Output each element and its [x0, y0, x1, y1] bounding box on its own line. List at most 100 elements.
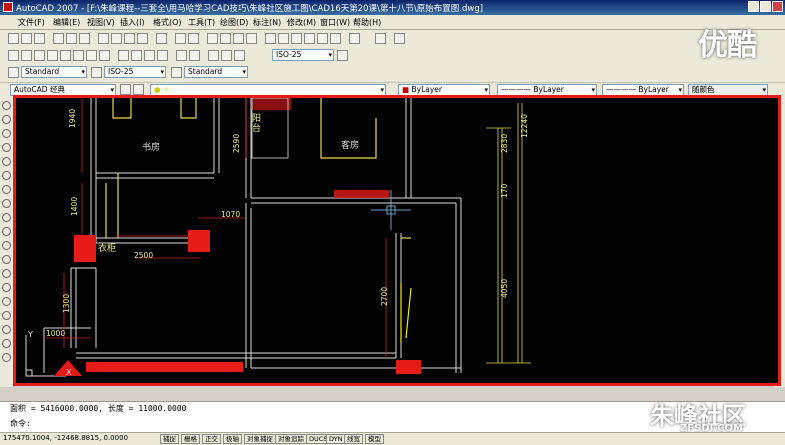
grid-toggle[interactable]: 栅格	[181, 434, 200, 444]
publish-icon[interactable]	[79, 33, 90, 44]
baseline-icon[interactable]	[131, 50, 142, 61]
help-question-icon[interactable]	[394, 33, 405, 44]
workspace-settings-icon[interactable]	[120, 84, 131, 95]
table-style-combo[interactable]: Standard ▾	[184, 66, 248, 78]
text-style-combo[interactable]: Standard ▾	[21, 66, 87, 78]
open-icon[interactable]	[21, 33, 32, 44]
menu-insert[interactable]: 插入(I)	[120, 17, 145, 28]
dim-style-manager-icon[interactable]	[337, 50, 348, 61]
zoom-realtime-icon[interactable]	[220, 33, 231, 44]
jogged-icon[interactable]	[73, 50, 84, 61]
block-editor-icon[interactable]	[156, 33, 167, 44]
menu-view[interactable]: 视图(V)	[87, 17, 115, 28]
mtext-icon[interactable]	[2, 353, 11, 362]
arc-icon[interactable]	[2, 171, 11, 180]
layer-manager-icon[interactable]	[133, 84, 144, 95]
calculator-icon[interactable]	[330, 33, 341, 44]
ortho-toggle[interactable]: 正交	[202, 434, 221, 444]
copy-icon[interactable]	[111, 33, 122, 44]
continue-icon[interactable]	[144, 50, 155, 61]
aligned-dim-icon[interactable]	[21, 50, 32, 61]
region-icon[interactable]	[2, 325, 11, 334]
chevron-down-icon: ▾	[678, 86, 682, 94]
table-style-icon[interactable]	[171, 67, 182, 78]
otrack-toggle[interactable]: 对象追踪	[275, 434, 307, 444]
dim-style-combo[interactable]: ISO-25 ▾	[272, 49, 334, 61]
gradient-icon[interactable]	[2, 311, 11, 320]
spline-icon[interactable]	[2, 213, 11, 222]
angular-icon[interactable]	[99, 50, 110, 61]
point-icon[interactable]	[2, 283, 11, 292]
insert-block-icon[interactable]	[2, 255, 11, 264]
osnap-toggle[interactable]: 对象捕捉	[244, 434, 276, 444]
command-prompt[interactable]: 命令:	[10, 418, 31, 429]
radius-icon[interactable]	[60, 50, 71, 61]
dim-style-select[interactable]: ISO-25 ▾	[104, 66, 166, 78]
tolerance-icon[interactable]	[176, 50, 187, 61]
minimize-button[interactable]	[748, 1, 759, 12]
menu-modify[interactable]: 修改(M)	[287, 17, 316, 28]
tool-palettes-icon[interactable]	[291, 33, 302, 44]
dim-update-icon[interactable]	[234, 50, 245, 61]
center-mark-icon[interactable]	[189, 50, 200, 61]
dyn-toggle[interactable]: DYN	[326, 434, 346, 444]
sheet-set-icon[interactable]	[304, 33, 315, 44]
construction-line-icon[interactable]	[2, 115, 11, 124]
revision-cloud-icon[interactable]	[2, 199, 11, 208]
dim-edit-icon[interactable]	[208, 50, 219, 61]
drawing-canvas[interactable]: 书房 客房 衣柜 阳台 1940 2590 1400 1070 2500 100…	[13, 95, 781, 386]
new-icon[interactable]	[8, 33, 19, 44]
markup-icon[interactable]	[317, 33, 328, 44]
print-icon[interactable]	[53, 33, 64, 44]
design-center-icon[interactable]	[278, 33, 289, 44]
menu-help[interactable]: 帮助(H)	[353, 17, 381, 28]
zoom-previous-icon[interactable]	[246, 33, 257, 44]
menu-file[interactable]: 文件(F)	[18, 17, 45, 28]
quick-dim-icon[interactable]	[118, 50, 129, 61]
chevron-down-icon: ▾	[591, 86, 595, 94]
match-properties-icon[interactable]	[137, 33, 148, 44]
polar-toggle[interactable]: 极轴	[223, 434, 242, 444]
close-button[interactable]	[772, 1, 783, 12]
make-block-icon[interactable]	[2, 269, 11, 278]
diameter-icon[interactable]	[86, 50, 97, 61]
maximize-button[interactable]	[760, 1, 771, 12]
menu-dimension[interactable]: 标注(N)	[253, 17, 281, 28]
ordinate-icon[interactable]	[47, 50, 58, 61]
save-icon[interactable]	[34, 33, 45, 44]
redo-icon[interactable]	[188, 33, 199, 44]
menu-format[interactable]: 格式(O)	[153, 17, 182, 28]
menu-edit[interactable]: 编辑(E)	[53, 17, 80, 28]
menu-window[interactable]: 窗口(W)	[320, 17, 350, 28]
polyline-icon[interactable]	[2, 129, 11, 138]
paste-icon[interactable]	[124, 33, 135, 44]
menu-draw[interactable]: 绘图(D)	[220, 17, 248, 28]
ellipse-icon[interactable]	[2, 227, 11, 236]
table-icon[interactable]	[375, 33, 386, 44]
linear-dim-icon[interactable]	[8, 50, 19, 61]
quick-leader-icon[interactable]	[157, 50, 168, 61]
circle-icon[interactable]	[2, 185, 11, 194]
snap-toggle[interactable]: 捕捉	[160, 434, 179, 444]
cut-icon[interactable]	[98, 33, 109, 44]
model-toggle[interactable]: 模型	[365, 434, 384, 444]
print-preview-icon[interactable]	[66, 33, 77, 44]
zoom-window-icon[interactable]	[233, 33, 244, 44]
dim-style-icon[interactable]	[91, 67, 102, 78]
properties-icon[interactable]	[265, 33, 276, 44]
rectangle-icon[interactable]	[2, 157, 11, 166]
undo-icon[interactable]	[175, 33, 186, 44]
menu-tools[interactable]: 工具(T)	[188, 17, 215, 28]
lineweight-toggle[interactable]: 线宽	[344, 434, 363, 444]
arc-length-icon[interactable]	[34, 50, 45, 61]
dim-text-edit-icon[interactable]	[221, 50, 232, 61]
polygon-icon[interactable]	[2, 143, 11, 152]
line-icon[interactable]	[2, 101, 11, 110]
text-style-icon[interactable]	[8, 67, 19, 78]
autocad-app-icon[interactable]	[3, 2, 13, 12]
hatch-icon[interactable]	[2, 297, 11, 306]
pan-icon[interactable]	[207, 33, 218, 44]
help-icon[interactable]	[349, 33, 360, 44]
table-draw-icon[interactable]	[2, 339, 11, 348]
ellipse-arc-icon[interactable]	[2, 241, 11, 250]
